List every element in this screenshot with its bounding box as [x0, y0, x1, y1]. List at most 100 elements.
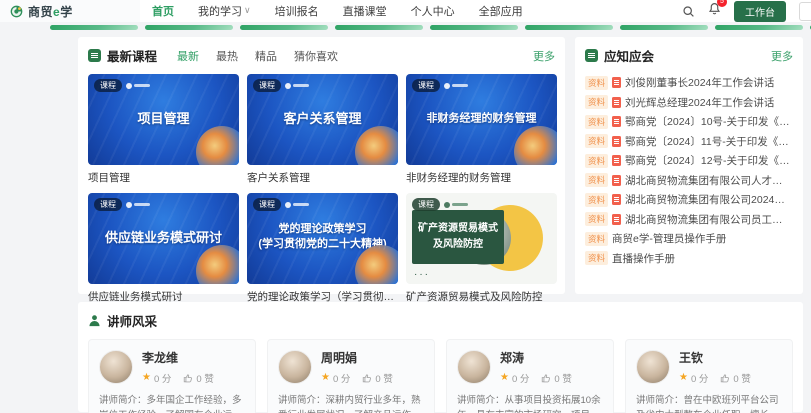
list-item[interactable]: 资料 刘俊刚董事长2024年工作会讲话	[585, 73, 793, 93]
material-tag: 资料	[585, 251, 608, 265]
search-icon[interactable]	[682, 5, 695, 18]
course-tabs: 最新 最热 精品 猜你喜欢	[177, 48, 338, 64]
instructors-panel: 讲师风采 李龙维 ★ 0 分 0 赞	[78, 302, 803, 412]
tab-hottest[interactable]: 最热	[216, 48, 238, 64]
thumb-up-icon	[541, 373, 551, 383]
company-logo-icon	[126, 83, 150, 89]
app-title: 商贸e学	[28, 3, 73, 20]
course-card[interactable]: 课程 矿产资源贸易模式 及风险防控 ··· 矿产资源贸易模式及风险防控	[406, 193, 557, 304]
nav-item-training-signup[interactable]: 培训报名	[275, 3, 319, 19]
star-icon: ★	[679, 373, 688, 383]
course-card[interactable]: 课程 供应链业务模式研讨 供应链业务模式研讨	[88, 193, 239, 304]
document-icon	[612, 116, 621, 127]
instructor-bio: 讲师简介：从事项目投资拓展10余年，具有丰富的市场研究、项目拓展经验。	[457, 393, 603, 413]
list-item[interactable]: 资料 鄂商党〔2024〕11号-关于印发《刘洋同志在巡察湖北商贸物...	[585, 132, 793, 152]
material-tag: 资料	[585, 232, 608, 246]
nav-item-home[interactable]: 首页	[152, 3, 174, 19]
workbench-button[interactable]: 工作台	[734, 1, 786, 22]
course-caption[interactable]: 客户关系管理	[247, 170, 398, 185]
course-cover-title: 项目管理	[94, 109, 233, 128]
courses-more-link[interactable]: 更多	[533, 48, 555, 64]
course-caption[interactable]: 项目管理	[88, 170, 239, 185]
course-card[interactable]: 课程 项目管理 项目管理	[88, 74, 239, 185]
globe-graphic	[355, 126, 398, 165]
star-icon: ★	[321, 373, 330, 383]
score-label: 0 分	[333, 371, 350, 385]
company-logo-icon	[285, 202, 309, 208]
list-item[interactable]: 资料 湖北商贸物流集团有限公司员工培训管理办法（试行）	[585, 210, 793, 230]
latest-courses-title: 最新课程	[107, 46, 157, 65]
document-icon	[612, 97, 621, 108]
list-item[interactable]: 资料 直播操作手册	[585, 249, 793, 269]
nav-item-my-learning[interactable]: 我的学习∨	[198, 3, 251, 19]
score-label: 0 分	[154, 371, 171, 385]
document-icon	[612, 155, 621, 166]
nav-item-personal-center[interactable]: 个人中心	[411, 3, 455, 19]
course-caption[interactable]: 供应链业务模式研讨	[88, 289, 239, 304]
company-logo-icon	[444, 83, 468, 89]
course-grid: 课程 项目管理 项目管理 课程 客户关系管理	[88, 74, 555, 304]
course-caption[interactable]: 党的理论政策学习（学习贯彻党的二十大精神）	[247, 289, 398, 304]
knowledge-title: 应知应会	[604, 46, 654, 65]
course-caption[interactable]: 非财务经理的财务管理	[406, 170, 557, 185]
book-icon	[585, 49, 598, 62]
course-card[interactable]: 课程 党的理论政策学习 (学习贯彻党的二十大精神) 党的理论政策学习（学习贯彻党…	[247, 193, 398, 304]
latest-courses-panel: 最新课程 最新 最热 精品 猜你喜欢 更多 课程 项目管理	[78, 37, 565, 294]
thumb-up-icon	[720, 373, 730, 383]
avatar	[99, 350, 133, 384]
header-actions: 5 工作台	[682, 0, 811, 22]
list-item[interactable]: 资料 鄂商党〔2024〕12号-关于印发《张爱华同志在湖北联投党委...	[585, 151, 793, 171]
globe-graphic	[196, 245, 239, 284]
instructors-title: 讲师风采	[107, 311, 157, 330]
company-logo-icon	[126, 202, 150, 208]
document-icon	[612, 175, 621, 186]
knowledge-panel: 应知应会 更多 资料 刘俊刚董事长2024年工作会讲话 资料 刘光辉总经理202…	[575, 37, 803, 294]
course-card[interactable]: 课程 客户关系管理 客户关系管理	[247, 74, 398, 185]
course-type-badge: 课程	[94, 198, 122, 211]
likes-label: 0 赞	[733, 371, 750, 385]
material-tag: 资料	[585, 76, 608, 90]
star-icon: ★	[142, 373, 151, 383]
course-cover-title: 非财务经理的财务管理	[412, 111, 551, 127]
nav-item-live-class[interactable]: 直播课堂	[343, 3, 387, 19]
notification-bell[interactable]: 5	[708, 2, 721, 20]
partial-clipped-button[interactable]	[799, 2, 811, 21]
material-tag: 资料	[585, 212, 608, 226]
avatar	[636, 350, 670, 384]
list-item[interactable]: 资料 鄂商党〔2024〕10号-关于印发《鲁珊同志在湖北联投党委第...	[585, 112, 793, 132]
material-tag: 资料	[585, 115, 608, 129]
list-item[interactable]: 资料 刘光辉总经理2024年工作会讲话	[585, 93, 793, 113]
course-card[interactable]: 课程 非财务经理的财务管理 非财务经理的财务管理	[406, 74, 557, 185]
banner-dashes	[50, 25, 811, 30]
knowledge-more-link[interactable]: 更多	[771, 48, 793, 64]
tab-featured[interactable]: 精品	[255, 48, 277, 64]
document-icon	[612, 194, 621, 205]
score-label: 0 分	[512, 371, 529, 385]
instructor-card[interactable]: 周明娟 ★ 0 分 0 赞 讲师简介：深耕内贸行业多年，熟悉行业发展状况。了解产…	[267, 339, 435, 413]
instructor-card[interactable]: 李龙维 ★ 0 分 0 赞 讲师简介：多年国企工作经验，多岗位工作经验，了解国有…	[88, 339, 256, 413]
list-item[interactable]: 资料 湖北商贸物流集团有限公司2024年度人才培养工作计划	[585, 190, 793, 210]
score-label: 0 分	[691, 371, 708, 385]
decor-dots: ···	[414, 269, 430, 280]
course-type-badge: 课程	[412, 198, 440, 211]
app-logo[interactable]: 商贸e学	[0, 0, 140, 22]
course-cover-title: 供应链业务模式研讨	[94, 228, 233, 247]
likes-label: 0 赞	[375, 371, 392, 385]
company-logo-icon	[285, 83, 309, 89]
instructor-name: 郑涛	[500, 349, 572, 366]
material-tag: 资料	[585, 154, 608, 168]
instructor-name: 王钦	[679, 349, 751, 366]
globe-graphic	[196, 126, 239, 165]
material-tag: 资料	[585, 173, 608, 187]
nav-item-all-apps[interactable]: 全部应用	[479, 3, 523, 19]
material-tag: 资料	[585, 95, 608, 109]
course-type-badge: 课程	[253, 79, 281, 92]
tab-recommended[interactable]: 猜你喜欢	[294, 48, 338, 64]
list-item[interactable]: 资料 商贸e学-管理员操作手册	[585, 229, 793, 249]
tab-newest[interactable]: 最新	[177, 48, 199, 64]
course-caption[interactable]: 矿产资源贸易模式及风险防控	[406, 289, 557, 304]
list-item[interactable]: 资料 湖北商贸物流集团有限公司人才培养体系（试行）	[585, 171, 793, 191]
instructor-card[interactable]: 王钦 ★ 0 分 0 赞 讲师简介：曾在中欧班列平台公司及省内大型整车企业任职，…	[625, 339, 793, 413]
instructor-bio: 讲师简介：曾在中欧班列平台公司及省内大型整车企业任职，擅长内外贸班列线路规划、一…	[636, 393, 782, 413]
instructor-card[interactable]: 郑涛 ★ 0 分 0 赞 讲师简介：从事项目投资拓展10余年，具有丰富的市场研究…	[446, 339, 614, 413]
